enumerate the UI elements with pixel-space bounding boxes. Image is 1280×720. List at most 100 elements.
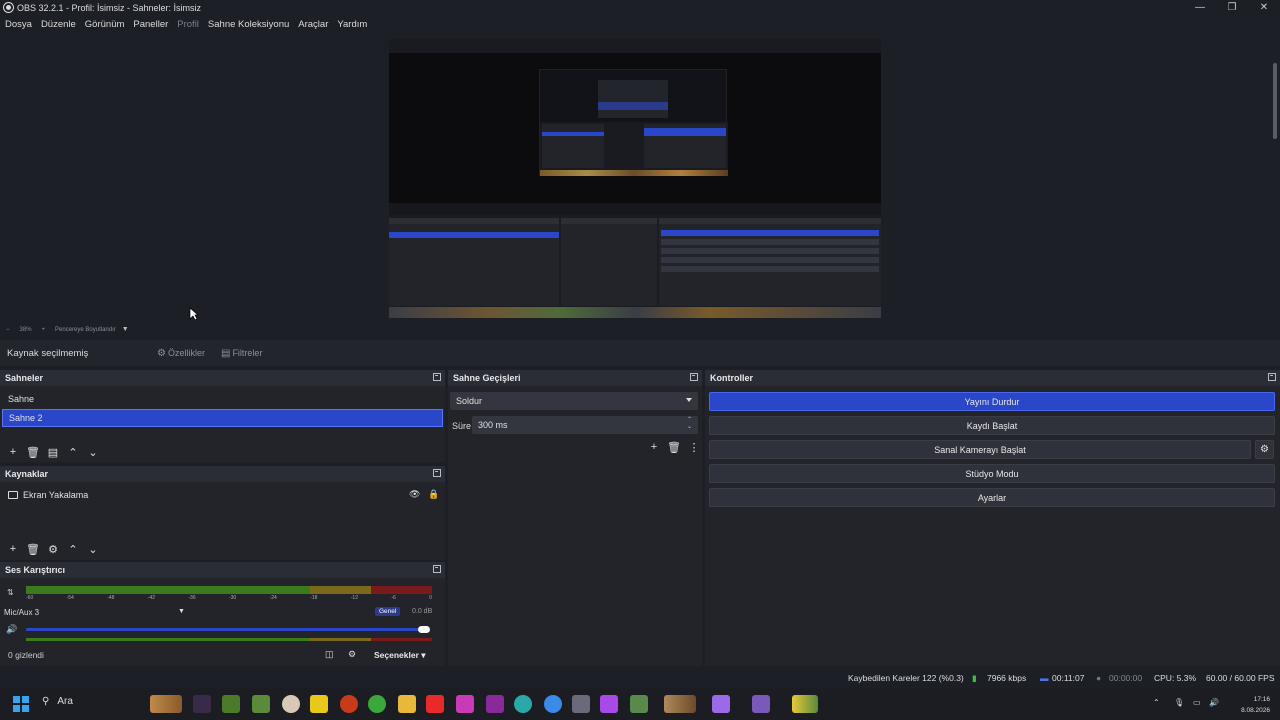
app-icon[interactable] <box>600 695 618 713</box>
scene-filters-button[interactable]: ▤ <box>43 445 63 459</box>
duration-spinbox[interactable]: 300 ms ⌃ ⌄ <box>472 416 698 434</box>
move-scene-down-button[interactable]: ⌄ <box>83 445 103 459</box>
add-transition-button[interactable]: + <box>644 440 664 454</box>
close-button[interactable]: ✕ <box>1248 0 1280 15</box>
undock-icon[interactable] <box>690 373 698 381</box>
win-start-q4 <box>22 705 29 712</box>
clock-date: 8.08.2026 <box>1241 707 1270 714</box>
preview-nested-transitions-hdr <box>561 218 657 224</box>
undock-icon[interactable] <box>433 373 441 381</box>
chevron-up-icon[interactable]: ⌃ <box>1153 698 1160 707</box>
filters-button[interactable]: ▤ Filtreler <box>215 344 268 362</box>
app-icon[interactable] <box>712 695 730 713</box>
youtube-icon[interactable] <box>426 695 444 713</box>
menu-profile[interactable]: Profil <box>177 19 199 30</box>
app-icon[interactable] <box>664 695 696 713</box>
transition-select[interactable]: Soldur <box>450 392 698 410</box>
instagram-icon[interactable] <box>456 695 474 713</box>
taskbar-search[interactable]: ⚲ Ara <box>42 696 73 707</box>
add-scene-button[interactable]: + <box>3 445 23 459</box>
menu-scene-collection[interactable]: Sahne Koleksiyonu <box>208 19 289 30</box>
preview-canvas[interactable] <box>389 39 881 318</box>
properties-button[interactable]: ⚙ Özellikler <box>151 344 211 362</box>
scale-mode-select[interactable]: Pencereye Boyutlandır <box>55 327 116 333</box>
undock-icon[interactable] <box>433 469 441 477</box>
menu-docks[interactable]: Paneller <box>133 19 168 30</box>
menu-tools[interactable]: Araçlar <box>298 19 328 30</box>
volume-slider-knob[interactable] <box>418 626 430 633</box>
add-source-button[interactable]: + <box>3 542 23 556</box>
undock-icon[interactable] <box>1268 373 1276 381</box>
channel-menu-chevron-down-icon[interactable]: ▼ <box>178 608 185 615</box>
virtualcam-settings-button[interactable]: ⚙ <box>1255 440 1274 459</box>
mixer-layout-icon[interactable]: ◫ <box>325 649 334 660</box>
scrollbar-thumb[interactable] <box>1273 63 1277 139</box>
app-icon[interactable] <box>486 695 504 713</box>
remove-scene-button[interactable]: 🗑 <box>23 445 43 459</box>
move-scene-up-button[interactable]: ⌃ <box>63 445 83 459</box>
move-source-down-button[interactable]: ⌄ <box>83 542 103 556</box>
app-icon[interactable] <box>792 695 818 713</box>
folder-icon[interactable] <box>398 695 416 713</box>
menu-edit[interactable]: Düzenle <box>41 19 76 30</box>
studio-mode-button[interactable]: Stüdyo Modu <box>709 464 1275 483</box>
app-icon[interactable] <box>368 695 386 713</box>
controls-dock: Kontroller Yayını Durdur Kaydı Başlat Sa… <box>705 370 1280 666</box>
settings-button[interactable]: Ayarlar <box>709 488 1275 507</box>
scene-item[interactable]: Sahne <box>2 390 443 408</box>
app-icon[interactable] <box>340 695 358 713</box>
windows-start-icon[interactable] <box>13 696 29 712</box>
preview-vertical-scrollbar[interactable] <box>1272 33 1278 325</box>
move-source-up-button[interactable]: ⌃ <box>63 542 83 556</box>
remove-transition-button[interactable]: 🗑 <box>664 440 684 454</box>
speaker-icon[interactable]: 🔊 <box>6 624 17 635</box>
app-icon[interactable] <box>514 695 532 713</box>
chrome-icon[interactable] <box>544 695 562 713</box>
lock-icon[interactable]: 🔒 <box>428 489 439 500</box>
eye-icon[interactable]: 👁 <box>409 489 420 500</box>
plus-icon: + <box>9 446 17 458</box>
app-icon[interactable] <box>572 695 590 713</box>
no-source-selected-label: Kaynak seçilmemiş <box>7 347 89 359</box>
app-icon[interactable] <box>310 695 328 713</box>
source-item[interactable]: Ekran Yakalama <box>2 486 443 504</box>
minecraft-icon[interactable] <box>630 695 648 713</box>
start-record-button[interactable]: Kaydı Başlat <box>709 416 1275 435</box>
display-icon[interactable]: ▭ <box>1193 698 1201 707</box>
dropped-frames: Kaybedilen Kareler 122 (%0.3) <box>848 673 964 683</box>
transitions-dock: Sahne Geçişleri Soldur Süre 300 ms ⌃ ⌄ + … <box>448 370 702 666</box>
transition-menu-button[interactable]: ⋮ <box>684 440 704 454</box>
speaker-icon[interactable]: 🔊 <box>1209 698 1219 707</box>
preview-nested-scenes <box>389 218 559 306</box>
minecraft-icon[interactable] <box>222 695 240 713</box>
zoom-in-button[interactable]: + <box>42 327 46 333</box>
microphone-icon[interactable]: 🎙 <box>1174 698 1184 707</box>
chevron-down-icon[interactable]: ▼ <box>122 326 129 333</box>
volume-slider-track[interactable] <box>26 628 424 631</box>
scene-item-selected[interactable]: Sahne 2 <box>2 409 443 427</box>
remove-source-button[interactable]: 🗑 <box>23 542 43 556</box>
menu-file[interactable]: Dosya <box>5 19 32 30</box>
mixer-options-button[interactable]: Seçenekler ▾ <box>374 650 426 661</box>
mixer-settings-icon[interactable]: ⚙ <box>348 649 356 660</box>
app-icon[interactable] <box>752 695 770 713</box>
zoom-out-button[interactable]: − <box>6 327 10 333</box>
taskbar-clock[interactable]: 17:16 8.08.2026 <box>1241 694 1270 716</box>
menu-view[interactable]: Görünüm <box>85 19 125 30</box>
spinbox-arrows-icon[interactable]: ⌃ ⌄ <box>687 417 692 431</box>
stop-stream-button[interactable]: Yayını Durdur <box>709 392 1275 411</box>
maximize-button[interactable]: ❐ <box>1216 0 1248 15</box>
start-virtualcam-button[interactable]: Sanal Kamerayı Başlat <box>709 440 1251 459</box>
undock-icon[interactable] <box>433 565 441 573</box>
record-indicator-icon: ● <box>1096 673 1102 683</box>
widget-icon[interactable] <box>150 695 182 713</box>
minecraft-icon[interactable] <box>252 695 270 713</box>
meter-tick: -30 <box>228 595 237 601</box>
app-icon[interactable] <box>193 695 211 713</box>
menu-help[interactable]: Yardım <box>337 19 367 30</box>
mixer-vertical-toggle-icon[interactable]: ⇅ <box>7 588 14 597</box>
source-properties-button[interactable]: ⚙ <box>43 542 63 556</box>
minimize-button[interactable]: — <box>1184 0 1216 15</box>
preview-nested-controls-hdr <box>659 218 881 224</box>
app-icon[interactable] <box>282 695 300 713</box>
